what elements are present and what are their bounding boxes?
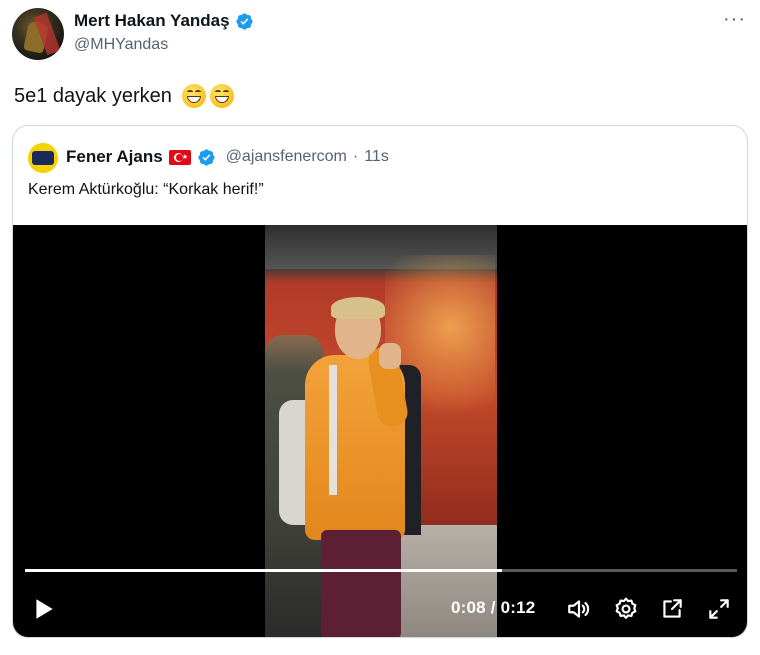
video-time: 0:08 / 0:12: [451, 598, 535, 618]
grinning-face-emoji-icon: [209, 84, 234, 108]
fullscreen-icon[interactable]: [706, 596, 732, 622]
popout-icon[interactable]: [659, 596, 685, 622]
quoted-tweet-card[interactable]: Fener Ajans ★ @ajansfenercom · 11s Kerem…: [12, 125, 748, 638]
video-progress-bar[interactable]: [25, 569, 737, 572]
play-icon[interactable]: [31, 595, 57, 623]
author-handle[interactable]: @MHYandas: [74, 36, 168, 54]
turkey-flag-icon: ★: [168, 149, 191, 165]
video-time-separator: /: [490, 598, 496, 617]
video-frame: [265, 225, 497, 637]
video-progress-fill: [25, 569, 503, 572]
verified-badge-icon: [198, 148, 215, 166]
quoted-author-row[interactable]: Fener Ajans ★ @ajansfenercom · 11s: [66, 147, 389, 167]
grinning-face-emoji-icon: [181, 84, 206, 108]
video-player[interactable]: 0:08 / 0:12: [13, 225, 747, 637]
tweet-text-row: 5e1 dayak yerken: [14, 84, 234, 108]
more-options-icon[interactable]: ···: [723, 8, 746, 31]
verified-badge-icon: [235, 12, 253, 30]
quoted-author-avatar[interactable]: [28, 143, 58, 173]
volume-icon[interactable]: [566, 596, 592, 622]
tweet-text: 5e1 dayak yerken: [14, 84, 172, 107]
author-avatar[interactable]: [12, 8, 64, 60]
author-name-row[interactable]: Mert Hakan Yandaş: [74, 11, 254, 31]
quoted-timestamp[interactable]: 11s: [364, 148, 389, 166]
video-time-total: 0:12: [500, 598, 536, 617]
quoted-author-handle[interactable]: @ajansfenercom: [226, 148, 347, 166]
video-time-current: 0:08: [451, 598, 486, 617]
author-name[interactable]: Mert Hakan Yandaş: [74, 11, 230, 31]
meta-separator: ·: [352, 148, 359, 165]
quoted-author-name[interactable]: Fener Ajans: [66, 147, 163, 167]
quoted-tweet-text: Kerem Aktürkoğlu: “Korkak herif!”: [28, 181, 264, 198]
settings-icon[interactable]: [613, 596, 639, 622]
